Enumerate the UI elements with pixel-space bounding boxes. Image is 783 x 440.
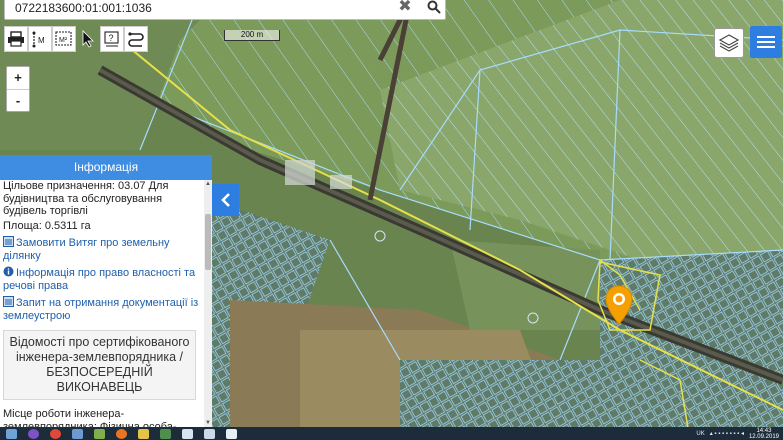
- layers-icon: [718, 34, 740, 52]
- zoom-in-button[interactable]: +: [7, 67, 29, 89]
- identify-glyph: ?: [109, 33, 114, 43]
- ownership-info-label: Інформація про право власності та речові…: [3, 267, 196, 292]
- clock-date: 12.09.2019: [748, 433, 779, 440]
- clock[interactable]: 14:43 12.09.2019: [749, 428, 779, 440]
- scroll-thumb[interactable]: [205, 214, 211, 270]
- measure-distance-icon: M: [32, 31, 45, 48]
- firefox-icon: [115, 428, 127, 439]
- request-docs-link[interactable]: Запит на отримання документації із земле…: [3, 296, 204, 322]
- request-docs-label: Запит на отримання документації із земле…: [3, 297, 199, 322]
- document-icon: [3, 236, 14, 247]
- print-button[interactable]: [4, 26, 28, 52]
- search-bar: ✖: [4, 0, 446, 20]
- tray-icons: ▴ ▪ ▪ ▪ ▪ ▪ ▪ ▪ ◂: [709, 431, 744, 437]
- route-button[interactable]: [124, 26, 148, 52]
- document-icon: [3, 296, 14, 307]
- print-icon: [8, 31, 24, 47]
- app-icon: [203, 428, 215, 439]
- layers-button[interactable]: [714, 28, 744, 58]
- map-toolbar: M M² ?: [4, 26, 148, 54]
- system-tray: UK ▴ ▪ ▪ ▪ ▪ ▪ ▪ ▪ ◂ 14:43 12.09.2019: [696, 427, 779, 440]
- pointer-button[interactable]: [76, 26, 100, 52]
- taskbar-app[interactable]: [154, 427, 176, 440]
- taskbar-app[interactable]: [66, 427, 88, 440]
- measure-distance-glyph: M: [38, 36, 45, 45]
- chevron-left-icon: [220, 193, 230, 207]
- search-input[interactable]: [15, 0, 385, 18]
- taskbar-app[interactable]: [88, 427, 110, 440]
- taskbar-app[interactable]: [110, 427, 132, 440]
- app-icon: [225, 428, 237, 439]
- order-extract-link[interactable]: Замовити Витяг про земельну ділянку: [3, 236, 204, 262]
- panel-title: Інформація: [0, 155, 212, 180]
- search-icon: [427, 0, 441, 14]
- taskbar-app[interactable]: [220, 427, 242, 440]
- app-icon: [181, 428, 193, 439]
- menu-button[interactable]: [750, 26, 782, 58]
- purpose-text: Цільове призначення: 03.07 Для будівницт…: [3, 180, 169, 217]
- info-panel: Інформація Цільове призначення: 03.07 Дл…: [0, 155, 212, 427]
- identify-icon: ?: [104, 31, 119, 47]
- collapse-panel-button[interactable]: [212, 184, 239, 216]
- taskbar-app[interactable]: [132, 427, 154, 440]
- taskbar-app[interactable]: [176, 427, 198, 440]
- measure-area-icon: M²: [55, 31, 72, 46]
- panel-content[interactable]: Цільове призначення: 03.07 Для будівницт…: [0, 180, 204, 427]
- search-button[interactable]: [421, 0, 447, 19]
- start-button[interactable]: [0, 427, 22, 440]
- zoom-control: + -: [6, 66, 30, 112]
- measure-area-button[interactable]: M²: [52, 26, 76, 52]
- scale-bar: 200 m: [224, 30, 280, 41]
- app-icon: [159, 428, 171, 439]
- panel-scrollbar[interactable]: ▲ ▼: [204, 180, 212, 427]
- hamburger-icon: [757, 36, 775, 48]
- pointer-icon: [82, 30, 94, 48]
- measure-distance-button[interactable]: M: [28, 26, 52, 52]
- route-icon: [128, 32, 144, 47]
- scroll-down-icon[interactable]: ▼: [204, 419, 212, 427]
- identify-button[interactable]: ?: [100, 26, 124, 52]
- engineer-section-title: Відомості про сертифікованого інженера-з…: [3, 330, 196, 400]
- taskbar-app[interactable]: [22, 427, 44, 440]
- os-taskbar: UK ▴ ▪ ▪ ▪ ▪ ▪ ▪ ▪ ◂ 14:43 12.09.2019: [0, 427, 783, 440]
- ownership-info-link[interactable]: Інформація про право власності та речові…: [3, 266, 204, 292]
- order-extract-label: Замовити Витяг про земельну ділянку: [3, 237, 170, 262]
- clear-icon[interactable]: ✖: [395, 0, 415, 17]
- workplace-text: Місце роботи інженера-землевпорядника: Ф…: [3, 408, 177, 427]
- area-text: Площа: 0.5311 га: [3, 219, 91, 232]
- app-icon: [71, 428, 83, 439]
- app-icon: [93, 428, 105, 439]
- taskbar-app[interactable]: [198, 427, 220, 440]
- info-icon: [3, 266, 14, 277]
- viber-icon: [27, 428, 39, 439]
- location-marker[interactable]: [603, 284, 635, 326]
- folder-icon: [137, 428, 149, 439]
- language-indicator[interactable]: UK: [696, 431, 704, 437]
- map-pin-icon: [605, 285, 633, 325]
- chrome-icon: [49, 428, 61, 439]
- taskbar-app[interactable]: [44, 427, 66, 440]
- zoom-out-button[interactable]: -: [7, 89, 29, 111]
- windows-logo-icon: [5, 428, 17, 439]
- measure-area-glyph: M²: [59, 37, 68, 44]
- scroll-up-icon[interactable]: ▲: [204, 180, 212, 188]
